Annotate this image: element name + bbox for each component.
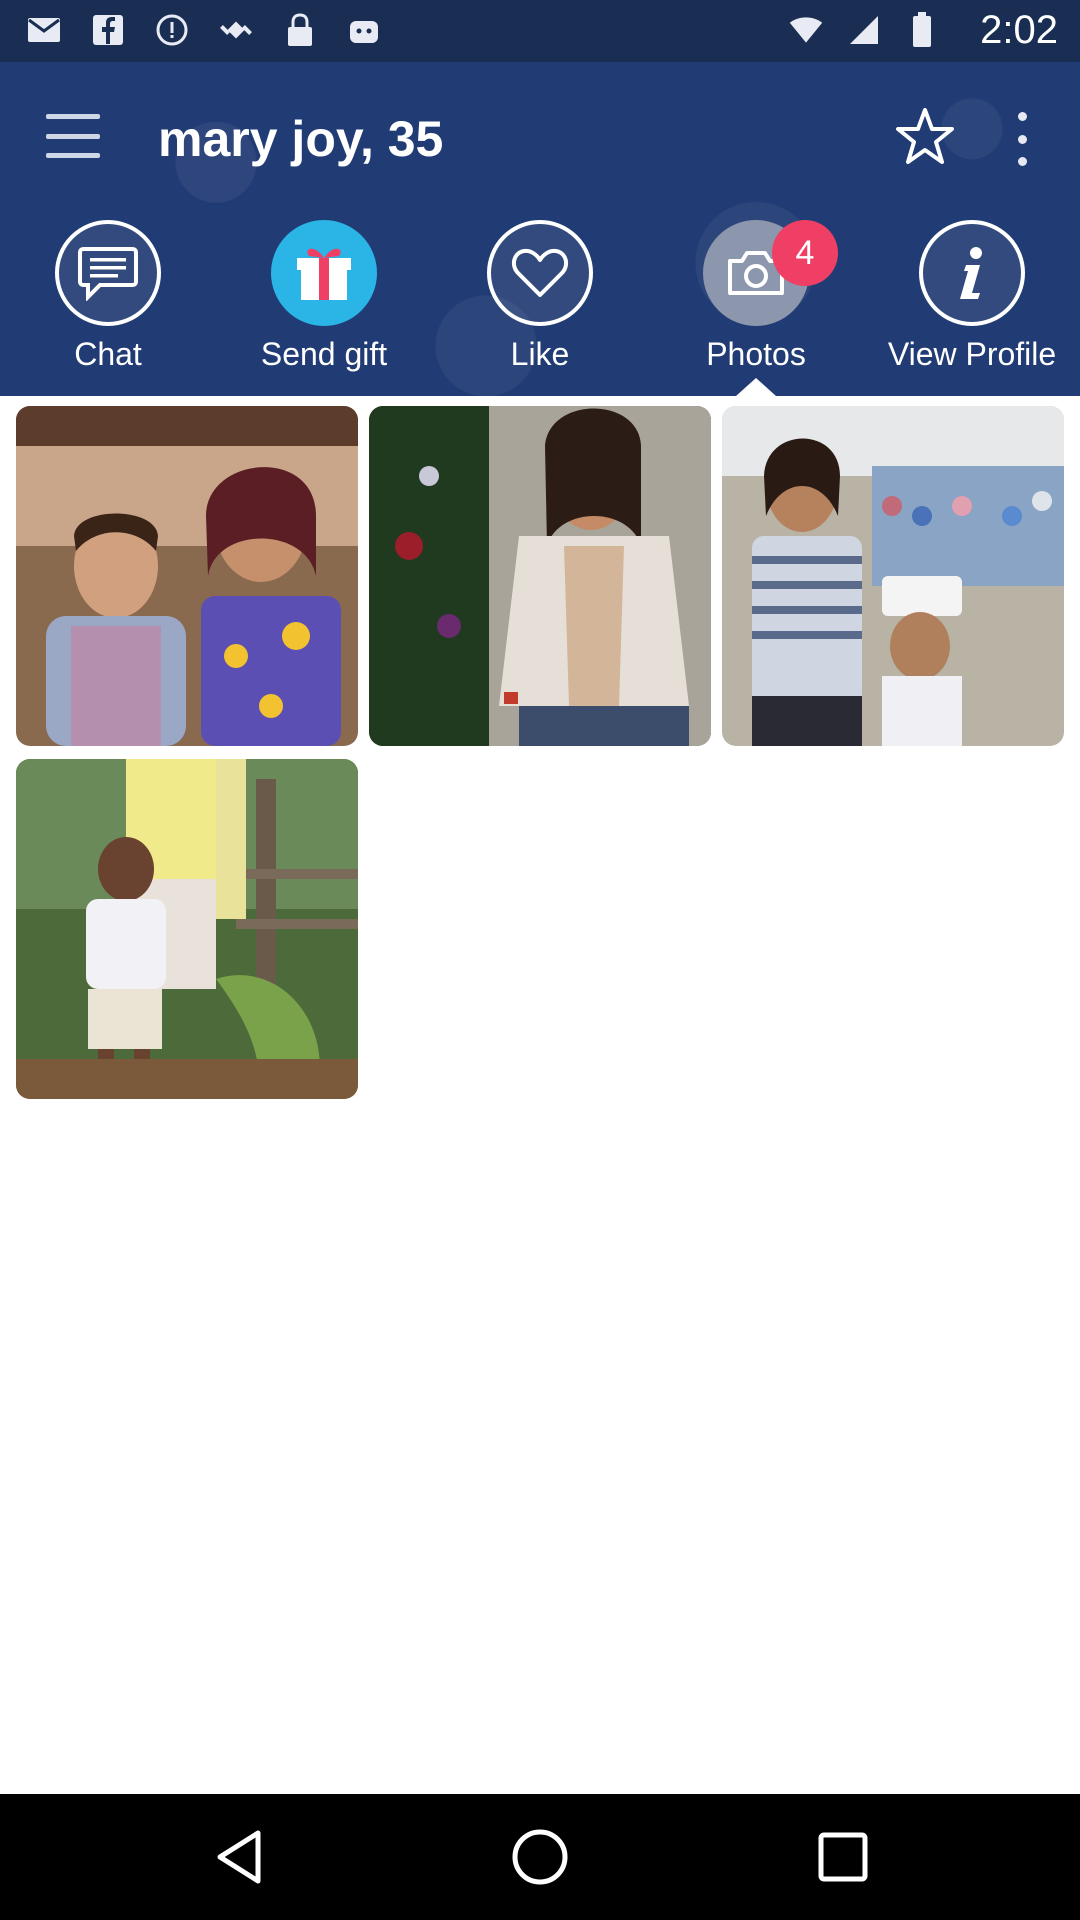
profile-header: mary joy, 35 Chat Send gift Like 4 Photo… <box>0 62 1080 396</box>
system-icons <box>788 12 940 48</box>
active-tab-indicator <box>736 378 776 396</box>
recents-icon[interactable] <box>810 1824 876 1890</box>
gift-icon <box>271 220 377 326</box>
status-bar: 2:02 <box>0 0 1080 62</box>
info-icon <box>919 220 1025 326</box>
lock-icon <box>282 12 318 48</box>
photo-thumbnail[interactable] <box>722 406 1064 746</box>
clock: 2:02 <box>980 8 1058 52</box>
chat-label: Chat <box>74 336 142 372</box>
android-icon <box>346 12 382 48</box>
send-gift-label: Send gift <box>260 336 388 372</box>
photos-label: Photos <box>706 336 806 372</box>
like-button[interactable]: Like <box>432 220 648 396</box>
chat-button[interactable]: Chat <box>0 220 216 396</box>
photo-thumbnail[interactable] <box>16 759 358 1099</box>
alert-icon <box>154 12 190 48</box>
signal-icon <box>846 12 882 48</box>
facebook-icon <box>90 12 126 48</box>
like-label: Like <box>510 336 570 372</box>
heart-icon <box>487 220 593 326</box>
profile-title: mary joy, 35 <box>158 111 444 167</box>
photos-tab[interactable]: 4 Photos <box>648 220 864 396</box>
mail-icon <box>26 12 62 48</box>
toolbar: mary joy, 35 <box>0 62 1080 212</box>
photo-thumbnail[interactable] <box>369 406 711 746</box>
navigation-bar <box>0 1794 1080 1920</box>
star-icon[interactable] <box>894 106 956 168</box>
home-icon[interactable] <box>507 1824 573 1890</box>
chat-bubble-icon <box>55 220 161 326</box>
action-bar: Chat Send gift Like 4 Photos View Profil… <box>0 220 1080 396</box>
photos-count-badge: 4 <box>772 220 838 286</box>
hamburger-menu-icon[interactable] <box>46 114 100 158</box>
battery-icon <box>904 12 940 48</box>
send-gift-button[interactable]: Send gift <box>216 220 432 396</box>
back-icon[interactable] <box>206 1824 272 1890</box>
view-profile-label: View Profile <box>887 336 1057 372</box>
notification-icons <box>26 12 382 48</box>
wifi-icon <box>788 12 824 48</box>
more-vertical-icon[interactable] <box>1010 112 1034 166</box>
fake-gps-icon <box>218 12 254 48</box>
view-profile-button[interactable]: View Profile <box>864 220 1080 396</box>
photo-thumbnail[interactable] <box>16 406 358 746</box>
